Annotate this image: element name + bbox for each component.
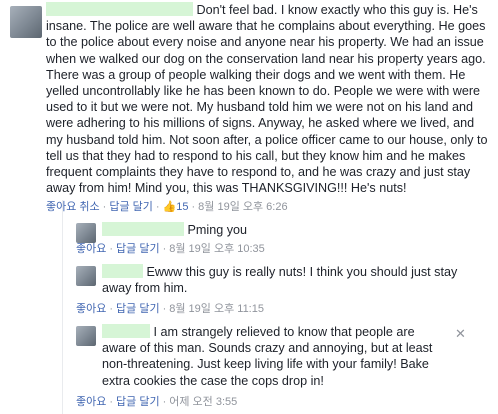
reply-button[interactable]: 답글 달기 <box>109 201 153 213</box>
redacted-author-name[interactable] <box>102 222 184 236</box>
reply-comment: Pming you 좋아요 · 답글 달기 · 8월 19일 오후 10:35 <box>0 220 498 264</box>
redacted-author-name[interactable] <box>102 264 143 278</box>
avatar[interactable] <box>76 223 96 243</box>
comment-text: Don't feel bad. I know exactly who this … <box>46 2 492 196</box>
comment-text: Pming you <box>102 222 482 238</box>
thumbs-up-icon[interactable]: 👍 <box>163 201 177 213</box>
avatar[interactable] <box>10 6 42 38</box>
avatar[interactable] <box>76 326 96 346</box>
avatar[interactable] <box>76 266 96 286</box>
reply-comment: I am strangely relieved to know that peo… <box>0 322 498 414</box>
close-icon[interactable]: ✕ <box>455 327 466 340</box>
comment-body: Pming you <box>187 223 248 237</box>
comment-text: Ewww this guy is really nuts! I think yo… <box>102 264 482 296</box>
timestamp[interactable]: 8월 19일 오후 11:15 <box>169 303 264 315</box>
like-button[interactable]: 좋아요 <box>76 303 106 315</box>
redacted-author-name[interactable] <box>46 2 193 16</box>
comment-body: I am strangely relieved to know that peo… <box>102 325 433 388</box>
reply-button[interactable]: 답글 달기 <box>116 303 160 315</box>
reply-comment: Ewww this guy is really nuts! I think yo… <box>0 262 498 322</box>
redacted-author-name[interactable] <box>102 324 150 338</box>
timestamp[interactable]: 8월 19일 오후 6:26 <box>198 201 287 213</box>
comment-actions: 좋아요 · 답글 달기 · 8월 19일 오후 10:35 <box>76 243 265 255</box>
comment-body: Don't feel bad. I know exactly who this … <box>46 3 488 196</box>
comment-actions: 좋아요 · 답글 달기 · 8월 19일 오후 11:15 <box>76 303 264 315</box>
reply-button[interactable]: 답글 달기 <box>116 243 160 255</box>
comment-main: Don't feel bad. I know exactly who this … <box>0 0 498 220</box>
comment-body: Ewww this guy is really nuts! I think yo… <box>102 265 458 296</box>
like-button[interactable]: 좋아요 <box>76 243 106 255</box>
like-button[interactable]: 좋아요 <box>76 396 106 408</box>
timestamp[interactable]: 어제 오전 3:55 <box>169 396 237 408</box>
reply-button[interactable]: 답글 달기 <box>116 396 160 408</box>
comment-actions: 좋아요 · 답글 달기 · 어제 오전 3:55 <box>76 396 238 408</box>
reaction-count[interactable]: 15 <box>176 201 188 213</box>
timestamp[interactable]: 8월 19일 오후 10:35 <box>169 243 265 255</box>
comment-actions: 좋아요 취소 · 답글 달기 · 👍15 · 8월 19일 오후 6:26 <box>46 201 288 213</box>
comment-text: I am strangely relieved to know that peo… <box>102 324 442 389</box>
unlike-button[interactable]: 좋아요 취소 <box>46 201 100 213</box>
